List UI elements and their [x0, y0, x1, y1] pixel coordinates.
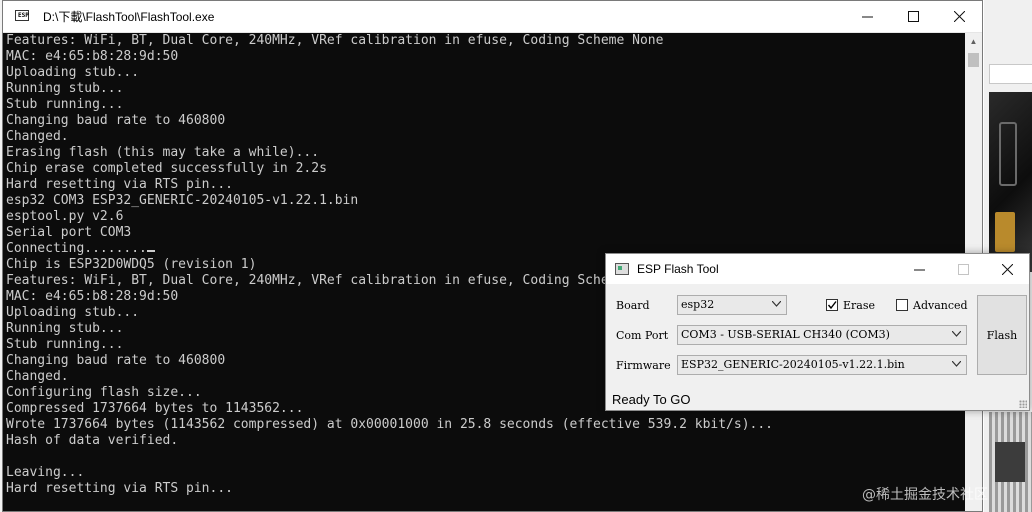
console-line-text: Connecting........ [6, 241, 147, 256]
console-line: Changing baud rate to 460800 [6, 113, 226, 128]
firmware-select[interactable]: ESP32_GENERIC-20240105-v1.22.1.bin [677, 355, 967, 375]
text-cursor [146, 250, 155, 252]
scrollbar-thumb[interactable] [968, 53, 979, 67]
erase-checkbox[interactable] [826, 299, 838, 311]
console-line: Stub running... [6, 97, 124, 112]
console-line: Leaving... [6, 465, 85, 480]
console-line: Running stub... [6, 81, 124, 96]
board-select[interactable]: esp32 [677, 295, 787, 315]
firmware-select-value: ESP32_GENERIC-20240105-v1.22.1.bin [681, 358, 905, 371]
background-chip-photo [989, 412, 1032, 512]
resize-grip-icon[interactable] [1019, 400, 1027, 408]
maximize-icon[interactable] [890, 1, 936, 33]
console-line: Features: WiFi, BT, Dual Core, 240MHz, V… [6, 33, 664, 48]
close-icon[interactable] [936, 1, 982, 33]
console-line: Serial port COM3 [6, 225, 132, 240]
console-line: esp32 COM3 ESP32_GENERIC-20240105-v1.22.… [6, 193, 359, 208]
board-label: Board [616, 299, 650, 312]
chevron-down-icon [952, 331, 961, 337]
checkmark-icon [827, 301, 837, 310]
background-input-field [989, 64, 1032, 84]
maximize-icon [941, 254, 985, 284]
console-title: D:\下載\FlashTool\FlashTool.exe [43, 10, 215, 24]
console-line: esptool.py v2.6 [6, 209, 124, 224]
minimize-icon[interactable] [844, 1, 890, 33]
console-titlebar[interactable]: ESP D:\下載\FlashTool\FlashTool.exe [3, 1, 982, 33]
console-line: Uploading stub... [6, 65, 140, 80]
console-app-icon: ESP [15, 9, 31, 24]
advanced-label[interactable]: Advanced [913, 299, 968, 312]
flash-tool-app-icon [615, 263, 629, 275]
com-port-label: Com Port [616, 329, 669, 342]
watermark: @稀土掘金技术社区 [862, 487, 988, 503]
board-select-value: esp32 [681, 298, 715, 311]
console-line: Wrote 1737664 bytes (1143562 compressed)… [6, 417, 774, 432]
flash-tool-title: ESP Flash Tool [637, 262, 719, 276]
console-line: Hard resetting via RTS pin... [6, 177, 233, 192]
console-line: Chip erase completed successfully in 2.2… [6, 161, 327, 176]
erase-label[interactable]: Erase [843, 299, 875, 312]
flash-button[interactable]: Flash [977, 295, 1027, 375]
minimize-icon[interactable] [897, 254, 941, 284]
chevron-down-icon [772, 301, 781, 307]
console-line: Erasing flash (this may take a while)... [6, 145, 320, 160]
flash-tool-titlebar[interactable]: ESP Flash Tool [606, 254, 1029, 284]
console-line: Hard resetting via RTS pin... [6, 481, 233, 496]
flash-tool-window: ESP Flash Tool Board esp32 Erase Advance… [605, 253, 1030, 411]
advanced-checkbox[interactable] [896, 299, 908, 311]
close-icon[interactable] [985, 254, 1029, 284]
com-port-select-value: COM3 - USB-SERIAL CH340 (COM3) [681, 328, 890, 341]
chevron-down-icon [952, 361, 961, 367]
firmware-label: Firmware [616, 359, 671, 372]
console-line: Hash of data verified. [6, 433, 179, 448]
com-port-select[interactable]: COM3 - USB-SERIAL CH340 (COM3) [677, 325, 967, 345]
console-line: MAC: e4:65:b8:28:9d:50 [6, 49, 179, 64]
console-line: Changed. [6, 129, 69, 144]
scroll-up-arrow-icon[interactable]: ▲ [965, 33, 982, 50]
status-text: Ready To GO [612, 392, 691, 407]
background-board-photo [989, 92, 1032, 272]
